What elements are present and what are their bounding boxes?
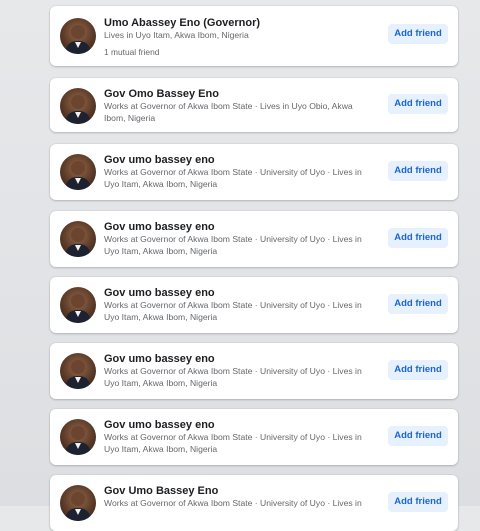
add-friend-button[interactable]: Add friend [388,426,448,446]
add-friend-button[interactable]: Add friend [388,228,448,248]
result-description: Works at Governor of Akwa Ibom State · U… [104,167,362,189]
result-name[interactable]: Gov Umo Bassey Eno [104,485,218,497]
result-description: Works at Governor of Akwa Ibom State · L… [104,101,353,123]
result-name[interactable]: Gov umo bassey eno [104,221,215,233]
person-icon [65,492,91,521]
person-icon [65,95,91,124]
result-description: Lives in Uyo Itam, Akwa Ibom, Nigeria [104,30,249,40]
profile-avatar[interactable] [60,287,96,323]
result-card[interactable]: Gov umo bassey eno Works at Governor of … [50,277,458,333]
add-friend-button[interactable]: Add friend [388,24,448,44]
result-name[interactable]: Gov Omo Bassey Eno [104,88,219,100]
search-results-list: Umo Abassey Eno (Governor) Lives in Uyo … [0,0,480,531]
person-icon [65,426,91,455]
result-description: Works at Governor of Akwa Ibom State · U… [104,234,362,256]
person-icon [65,161,91,190]
profile-avatar[interactable] [60,154,96,190]
add-friend-button[interactable]: Add friend [388,360,448,380]
result-card[interactable]: Umo Abassey Eno (Governor) Lives in Uyo … [50,6,458,66]
add-friend-button[interactable]: Add friend [388,294,448,314]
result-card[interactable]: Gov umo bassey eno Works at Governor of … [50,144,458,200]
mutual-friends-count[interactable]: 1 mutual friend [104,47,159,57]
person-icon [65,228,91,257]
add-friend-button[interactable]: Add friend [388,161,448,181]
profile-avatar[interactable] [60,353,96,389]
result-card[interactable]: Gov umo bassey eno Works at Governor of … [50,409,458,465]
result-description: Works at Governor of Akwa Ibom State · U… [104,300,362,322]
result-name[interactable]: Gov umo bassey eno [104,287,215,299]
add-friend-button[interactable]: Add friend [388,94,448,114]
result-card[interactable]: Gov Omo Bassey Eno Works at Governor of … [50,78,458,132]
person-icon [65,294,91,323]
result-card[interactable]: Gov umo bassey eno Works at Governor of … [50,343,458,399]
result-name[interactable]: Gov umo bassey eno [104,353,215,365]
person-icon [65,360,91,389]
person-icon [65,25,91,54]
result-card[interactable]: Gov Umo Bassey Eno Works at Governor of … [50,475,458,531]
result-card[interactable]: Gov umo bassey eno Works at Governor of … [50,211,458,267]
profile-avatar[interactable] [60,18,96,54]
profile-avatar[interactable] [60,88,96,124]
add-friend-button[interactable]: Add friend [388,492,448,512]
result-name[interactable]: Gov umo bassey eno [104,419,215,431]
result-description: Works at Governor of Akwa Ibom State · U… [104,498,362,508]
result-name[interactable]: Gov umo bassey eno [104,154,215,166]
result-name[interactable]: Umo Abassey Eno (Governor) [104,17,260,29]
profile-avatar[interactable] [60,419,96,455]
profile-avatar[interactable] [60,485,96,521]
profile-avatar[interactable] [60,221,96,257]
result-description: Works at Governor of Akwa Ibom State · U… [104,432,362,454]
result-description: Works at Governor of Akwa Ibom State · U… [104,366,362,388]
